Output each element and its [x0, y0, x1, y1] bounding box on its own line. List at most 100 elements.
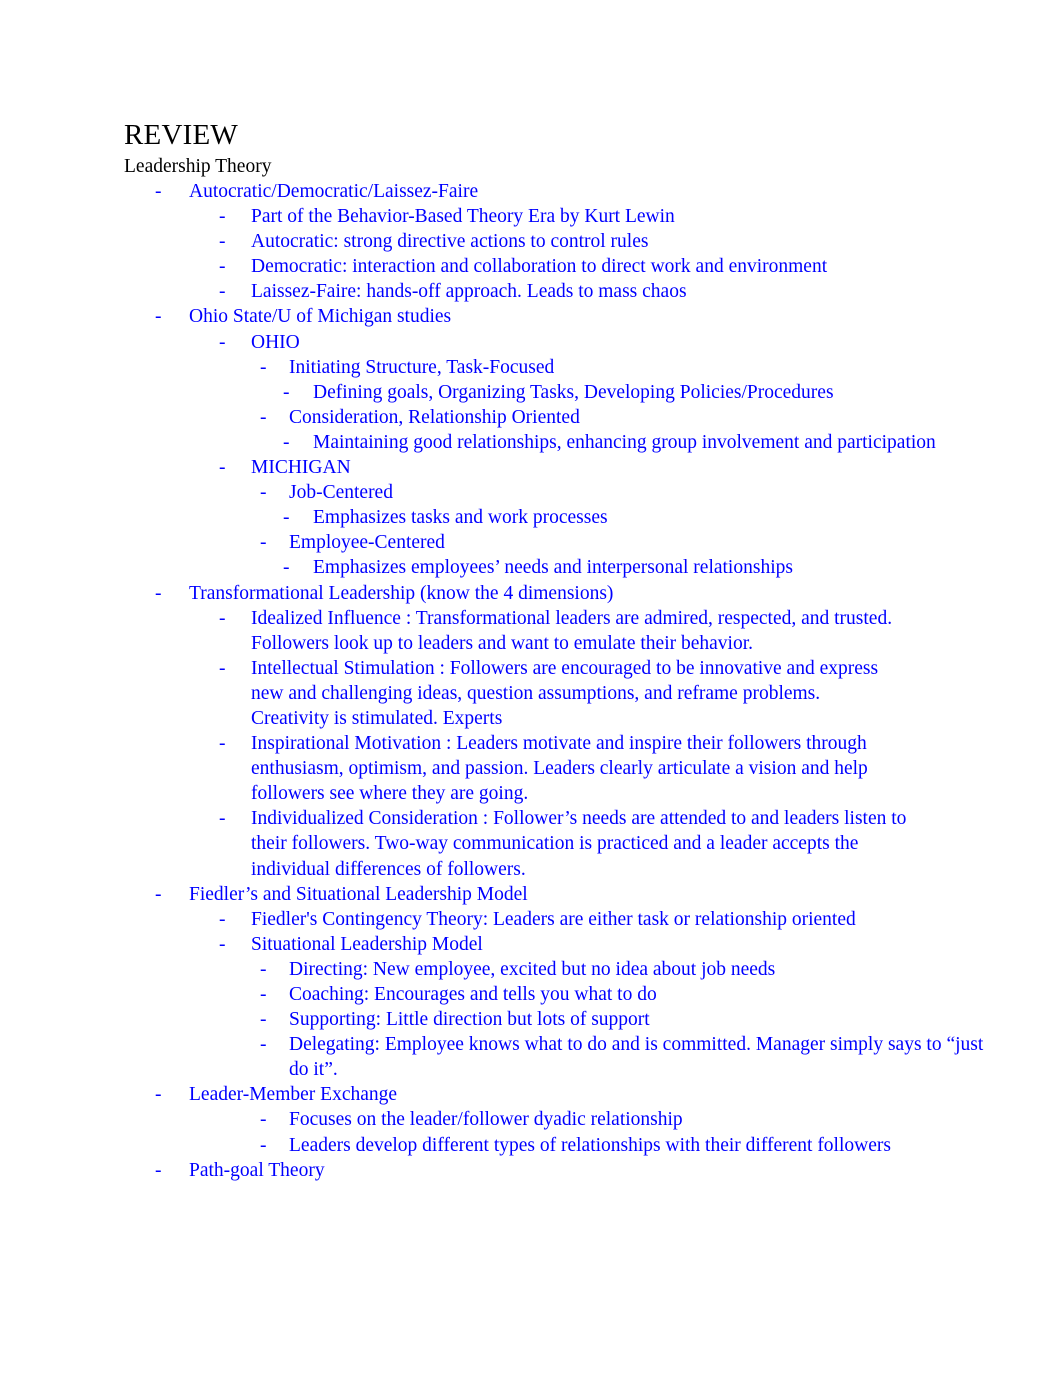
outline-item-text: Ohio State/U of Michigan studies — [189, 306, 452, 328]
bullet-marker: - — [155, 306, 162, 328]
bullet-marker: - — [260, 1009, 267, 1031]
bullet-marker: - — [219, 808, 226, 830]
outline-item-text: Leader-Member Exchange — [189, 1084, 398, 1106]
outline-item-text: Delegating: Employee knows what to do an… — [289, 1034, 984, 1081]
outline-item-text: OHIO — [251, 331, 300, 353]
outline-item-idealized-influence: - Idealized Influence : Transformational… — [219, 606, 1062, 656]
bullet-marker: - — [219, 281, 226, 303]
outline-item-supporting: - Supporting: Little direction but lots … — [260, 1007, 1062, 1032]
outline-item-situational-model: - Situational Leadership Model — [219, 932, 1062, 957]
outline-item-text: Autocratic/Democratic/Laissez-Faire — [189, 181, 479, 202]
outline-item-individualized-consideration: - Individualized Consideration : Followe… — [219, 806, 1062, 881]
bullet-marker: - — [219, 331, 226, 353]
outline-list: - Autocratic/Democratic/Laissez-Faire - … — [0, 179, 1062, 1183]
outline-item-consideration: - Consideration, Relationship Oriented — [260, 405, 1062, 430]
bullet-marker: - — [260, 532, 267, 554]
bullet-marker: - — [219, 457, 226, 479]
bullet-marker: - — [219, 933, 226, 955]
document-page: REVIEW Leadership Theory - Autocratic/De… — [0, 0, 1062, 1377]
outline-item-autocratic-definition: - Autocratic: strong directive actions t… — [219, 229, 1062, 254]
outline-item-lmx-heading: - Leader-Member Exchange — [155, 1082, 1062, 1107]
outline-item-text: Path-goal Theory — [189, 1159, 325, 1181]
bullet-marker: - — [155, 582, 162, 604]
bullet-marker: - — [260, 1109, 267, 1131]
bullet-marker: - — [283, 381, 290, 403]
bullet-marker: - — [260, 958, 267, 980]
outline-item-lmx-dyadic: - Focuses on the leader/follower dyadic … — [260, 1107, 1062, 1132]
outline-item-path-goal-heading: - Path-goal Theory — [155, 1158, 1062, 1183]
outline-item-democratic-definition: - Democratic: interaction and collaborat… — [219, 254, 1062, 279]
bullet-marker: - — [219, 733, 226, 755]
bullet-marker: - — [155, 883, 162, 905]
outline-item-autocratic-heading: - Autocratic/Democratic/Laissez-Faire — [155, 179, 1062, 204]
bullet-marker: - — [155, 181, 162, 202]
outline-item-employee-centered-detail: - Emphasizes employees’ needs and interp… — [283, 555, 1062, 580]
outline-item-michigan: - MICHIGAN — [219, 455, 1062, 480]
outline-item-text: Transformational Leadership (know the 4 … — [189, 582, 614, 604]
outline-item-job-centered: - Job-Centered — [260, 480, 1062, 505]
outline-item-text: Emphasizes tasks and work processes — [313, 507, 608, 529]
outline-item-text: Inspirational Motivation : Leaders motiv… — [251, 733, 868, 805]
bullet-marker: - — [260, 1134, 267, 1156]
outline-item-employee-centered: - Employee-Centered — [260, 530, 1062, 555]
outline-item-text: MICHIGAN — [251, 457, 351, 479]
outline-item-text: Idealized Influence : Transformational l… — [251, 607, 893, 654]
outline-item-text: Fiedler's Contingency Theory: Leaders ar… — [251, 908, 856, 930]
outline-item-contingency-theory: - Fiedler's Contingency Theory: Leaders … — [219, 907, 1062, 932]
outline-item-text: Focuses on the leader/follower dyadic re… — [289, 1109, 683, 1131]
outline-item-text: Supporting: Little direction but lots of… — [289, 1009, 650, 1031]
bullet-marker: - — [155, 1159, 162, 1181]
outline-item-text: Initiating Structure, Task-Focused — [289, 356, 555, 378]
outline-item-text: Fiedler’s and Situational Leadership Mod… — [189, 883, 528, 905]
outline-item-text: Directing: New employee, excited but no … — [289, 958, 776, 980]
outline-item-initiating-structure: - Initiating Structure, Task-Focused — [260, 355, 1062, 380]
bullet-marker: - — [260, 482, 267, 504]
outline-item-lmx-relationships: - Leaders develop different types of rel… — [260, 1133, 1062, 1158]
outline-item-text: Intellectual Stimulation : Followers are… — [251, 657, 879, 729]
outline-item-coaching: - Coaching: Encourages and tells you wha… — [260, 982, 1062, 1007]
bullet-marker: - — [219, 206, 226, 228]
outline-item-intellectual-stimulation: - Intellectual Stimulation : Followers a… — [219, 656, 1062, 731]
outline-item-text: Consideration, Relationship Oriented — [289, 406, 580, 428]
bullet-marker: - — [219, 231, 226, 253]
outline-item-laissez-faire-definition: - Laissez-Faire: hands-off approach. Lea… — [219, 279, 1062, 304]
bullet-marker: - — [283, 507, 290, 529]
outline-item-text: Coaching: Encourages and tells you what … — [289, 984, 657, 1005]
outline-item-job-centered-detail: - Emphasizes tasks and work processes — [283, 505, 1062, 530]
bullet-marker: - — [260, 984, 267, 1005]
outline-item-studies-heading: - Ohio State/U of Michigan studies — [155, 304, 1062, 329]
outline-item-text: Democratic: interaction and collaboratio… — [251, 256, 828, 278]
outline-item-text: Part of the Behavior-Based Theory Era by… — [251, 206, 675, 228]
outline-item-text: Job-Centered — [289, 482, 393, 504]
outline-item-text: Employee-Centered — [289, 532, 445, 554]
outline-item-initiating-structure-detail: - Defining goals, Organizing Tasks, Deve… — [283, 380, 1062, 405]
outline-item-text: Laissez-Faire: hands-off approach. Leads… — [251, 281, 687, 303]
outline-item-text: Leaders develop different types of relat… — [289, 1134, 891, 1156]
bullet-marker: - — [260, 1034, 267, 1056]
outline-item-text: Autocratic: strong directive actions to … — [251, 231, 649, 253]
outline-item-kurt-lewin: - Part of the Behavior-Based Theory Era … — [219, 204, 1062, 229]
outline-item-text: Emphasizes employees’ needs and interper… — [313, 557, 793, 579]
outline-item-inspirational-motivation: - Inspirational Motivation : Leaders mot… — [219, 731, 1062, 806]
outline-item-directing: - Directing: New employee, excited but n… — [260, 957, 1062, 982]
bullet-marker: - — [283, 431, 290, 453]
bullet-marker: - — [283, 557, 290, 579]
outline-item-delegating: - Delegating: Employee knows what to do … — [260, 1032, 1062, 1082]
outline-item-text: Maintaining good relationships, enhancin… — [313, 431, 936, 453]
outline-item-ohio: - OHIO — [219, 330, 1062, 355]
bullet-marker: - — [219, 256, 226, 278]
outline-item-text: Situational Leadership Model — [251, 933, 483, 955]
outline-item-text: Defining goals, Organizing Tasks, Develo… — [313, 381, 834, 403]
bullet-marker: - — [219, 908, 226, 930]
bullet-marker: - — [260, 356, 267, 378]
bullet-marker: - — [219, 607, 226, 629]
outline-item-fiedler-heading: - Fiedler’s and Situational Leadership M… — [155, 882, 1062, 907]
outline-item-text: Individualized Consideration : Follower’… — [251, 808, 907, 880]
bullet-marker: - — [260, 406, 267, 428]
bullet-marker: - — [219, 657, 226, 679]
outline-item-transformational-heading: - Transformational Leadership (know the … — [155, 581, 1062, 606]
page-title: REVIEW — [124, 119, 238, 151]
bullet-marker: - — [155, 1084, 162, 1106]
outline-item-consideration-detail: - Maintaining good relationships, enhanc… — [283, 430, 1062, 455]
document-subtitle: Leadership Theory — [124, 156, 272, 177]
